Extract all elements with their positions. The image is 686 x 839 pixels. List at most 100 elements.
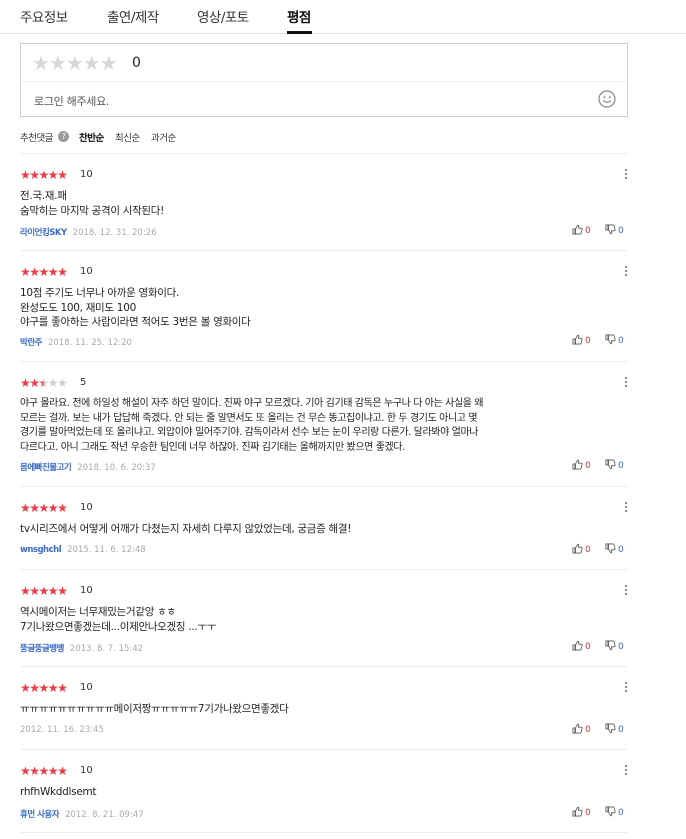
star-icon: ★: [57, 584, 68, 598]
more-options-icon[interactable]: [624, 168, 628, 182]
star-icon: ★: [29, 376, 40, 390]
sort-option-votes[interactable]: 찬반순: [79, 130, 104, 144]
review-stars: ★★★★★: [20, 764, 68, 778]
review-stars: ★★★★★: [20, 501, 68, 515]
star-icon: ★: [20, 584, 31, 598]
downvote-button[interactable]: 0: [605, 543, 624, 555]
review-date: 2013. 8. 7. 15:42: [69, 644, 144, 654]
star-icon: ★: [47, 168, 59, 182]
more-options-icon[interactable]: [624, 501, 628, 515]
divider: [20, 153, 628, 154]
upvote-button[interactable]: 0: [572, 224, 591, 236]
review-username[interactable]: 뚱글뚱글뱅뱅: [20, 644, 64, 654]
thumbs-up-icon: [572, 459, 583, 470]
sort-option-newest[interactable]: 최신순: [115, 130, 140, 144]
upvote-button[interactable]: 0: [572, 459, 591, 471]
review-date: 2018. 10. 6. 20:37: [77, 463, 156, 473]
downvote-button[interactable]: 0: [605, 640, 624, 652]
review-stars: ★★★★★: [20, 584, 68, 598]
review-score: 5: [80, 377, 87, 388]
review-username[interactable]: 라이언킹SKY: [20, 228, 67, 238]
review-username[interactable]: 박란주: [20, 338, 42, 348]
review-meta: 박란주 2018. 11. 25. 12:20: [20, 336, 132, 348]
tab-rating[interactable]: 평점: [287, 6, 311, 26]
star-icon: ★: [57, 265, 68, 279]
active-tab-indicator: [287, 31, 312, 34]
more-options-icon[interactable]: [624, 376, 628, 390]
downvote-button[interactable]: 0: [605, 723, 624, 735]
review-score: 10: [80, 502, 93, 513]
review-text: 10점 주기도 너무나 아까운 영화이다. 완성도도 100, 재미도 100 야구…: [20, 287, 251, 328]
downvote-button[interactable]: 0: [605, 806, 624, 818]
review-username[interactable]: 몸에빠진물고기: [20, 463, 72, 473]
review-text: 역시메이저는 너무재밌는거같앙 ㅎㅎ 7기나왔으면좋겠는데...이제안나오겠징 .…: [20, 606, 217, 633]
review-stars: ★★★★★: [20, 376, 68, 390]
review-stars: ★★★★★: [20, 168, 68, 182]
review-meta: 뚱글뚱글뱅뱅 2013. 8. 7. 15:42: [20, 642, 143, 654]
review-text: ㅠㅠㅠㅠㅠㅠㅠㅠㅠㅠ메이저짱ㅠㅠㅠㅠㅠ7기가나왔으면좋겠다: [20, 703, 289, 715]
upvote-button[interactable]: 0: [572, 806, 591, 818]
review-stars: ★★★★★: [20, 265, 68, 279]
rating-score: 0: [132, 55, 141, 71]
more-options-icon[interactable]: [624, 681, 628, 695]
review-text: 야구 몰라요. 전에 하일성 해설이 자주 하던 말이다. 진짜 야구 모르겠다…: [20, 398, 484, 453]
upvote-button[interactable]: 0: [572, 543, 591, 555]
sort-option-oldest[interactable]: 과거순: [151, 130, 176, 144]
review-text: rhfhWkddlsemt: [20, 786, 97, 798]
thumbs-down-icon: [605, 224, 616, 235]
downvote-button[interactable]: 0: [605, 224, 624, 236]
thumbs-up-icon: [572, 224, 583, 235]
divider: [20, 749, 628, 750]
star-icon: ★: [20, 764, 31, 778]
star-rating-input[interactable]: ★★★★★: [32, 51, 118, 75]
review-score: 10: [80, 169, 93, 180]
review-meta: 라이언킹SKY 2018. 12. 31. 20:26: [20, 226, 157, 238]
more-options-icon[interactable]: [624, 265, 628, 279]
divider: [20, 486, 628, 487]
star-icon: ★: [20, 376, 31, 390]
more-options-icon[interactable]: [624, 584, 628, 598]
upvote-button[interactable]: 0: [572, 640, 591, 652]
review-date: 2018. 11. 25. 12:20: [47, 338, 132, 348]
thumbs-down-icon: [605, 459, 616, 470]
star-icon: ★: [38, 168, 50, 182]
thumbs-up-icon: [572, 640, 583, 651]
review-username[interactable]: 휴먼 사용자: [20, 810, 60, 820]
review-score: 10: [80, 765, 93, 776]
tab-video-photo[interactable]: 영상/포토: [197, 6, 249, 26]
star-icon: ★: [20, 681, 31, 695]
star-icon: ★: [47, 376, 59, 390]
downvote-button[interactable]: 0: [605, 334, 624, 346]
downvote-button[interactable]: 0: [605, 459, 624, 471]
divider: [20, 361, 628, 362]
tab-main-info[interactable]: 주요정보: [20, 6, 68, 26]
review-meta: 휴먼 사용자 2012. 8. 21. 09:47: [20, 808, 144, 820]
star-icon: ★: [29, 168, 40, 182]
more-options-icon[interactable]: [624, 764, 628, 778]
review-username[interactable]: wnsghchl: [20, 545, 62, 555]
divider: [20, 569, 628, 570]
review-text: 전.국.재.패 숨막히는 마지막 공격이 시작된다!: [20, 190, 165, 217]
thumbs-up-icon: [572, 723, 583, 734]
star-icon: ★: [38, 501, 50, 515]
star-icon: ★: [29, 265, 40, 279]
review-score: 10: [80, 585, 93, 596]
review-meta: 2012. 11. 16. 23:45: [20, 725, 104, 735]
upvote-button[interactable]: 0: [572, 723, 591, 735]
comment-input[interactable]: 로그인 해주세요.: [34, 93, 109, 109]
divider: [20, 250, 628, 251]
tab-cast-crew[interactable]: 출연/제작: [107, 6, 159, 26]
review-score: 10: [80, 266, 93, 277]
upvote-button[interactable]: 0: [572, 334, 591, 346]
star-icon: ★: [20, 501, 31, 515]
star-icon: ★: [57, 501, 68, 515]
star-icon: ★: [20, 265, 31, 279]
help-icon[interactable]: ?: [58, 131, 69, 142]
divider: [20, 666, 628, 667]
review-date: 2012. 8. 21. 09:47: [65, 810, 144, 820]
review-date: 2018. 12. 31. 20:26: [72, 228, 157, 238]
star-icon: ★: [57, 376, 68, 390]
review-date: 2012. 11. 16. 23:45: [20, 725, 104, 735]
star-icon: ★: [57, 764, 68, 778]
emoji-icon[interactable]: [598, 90, 616, 108]
